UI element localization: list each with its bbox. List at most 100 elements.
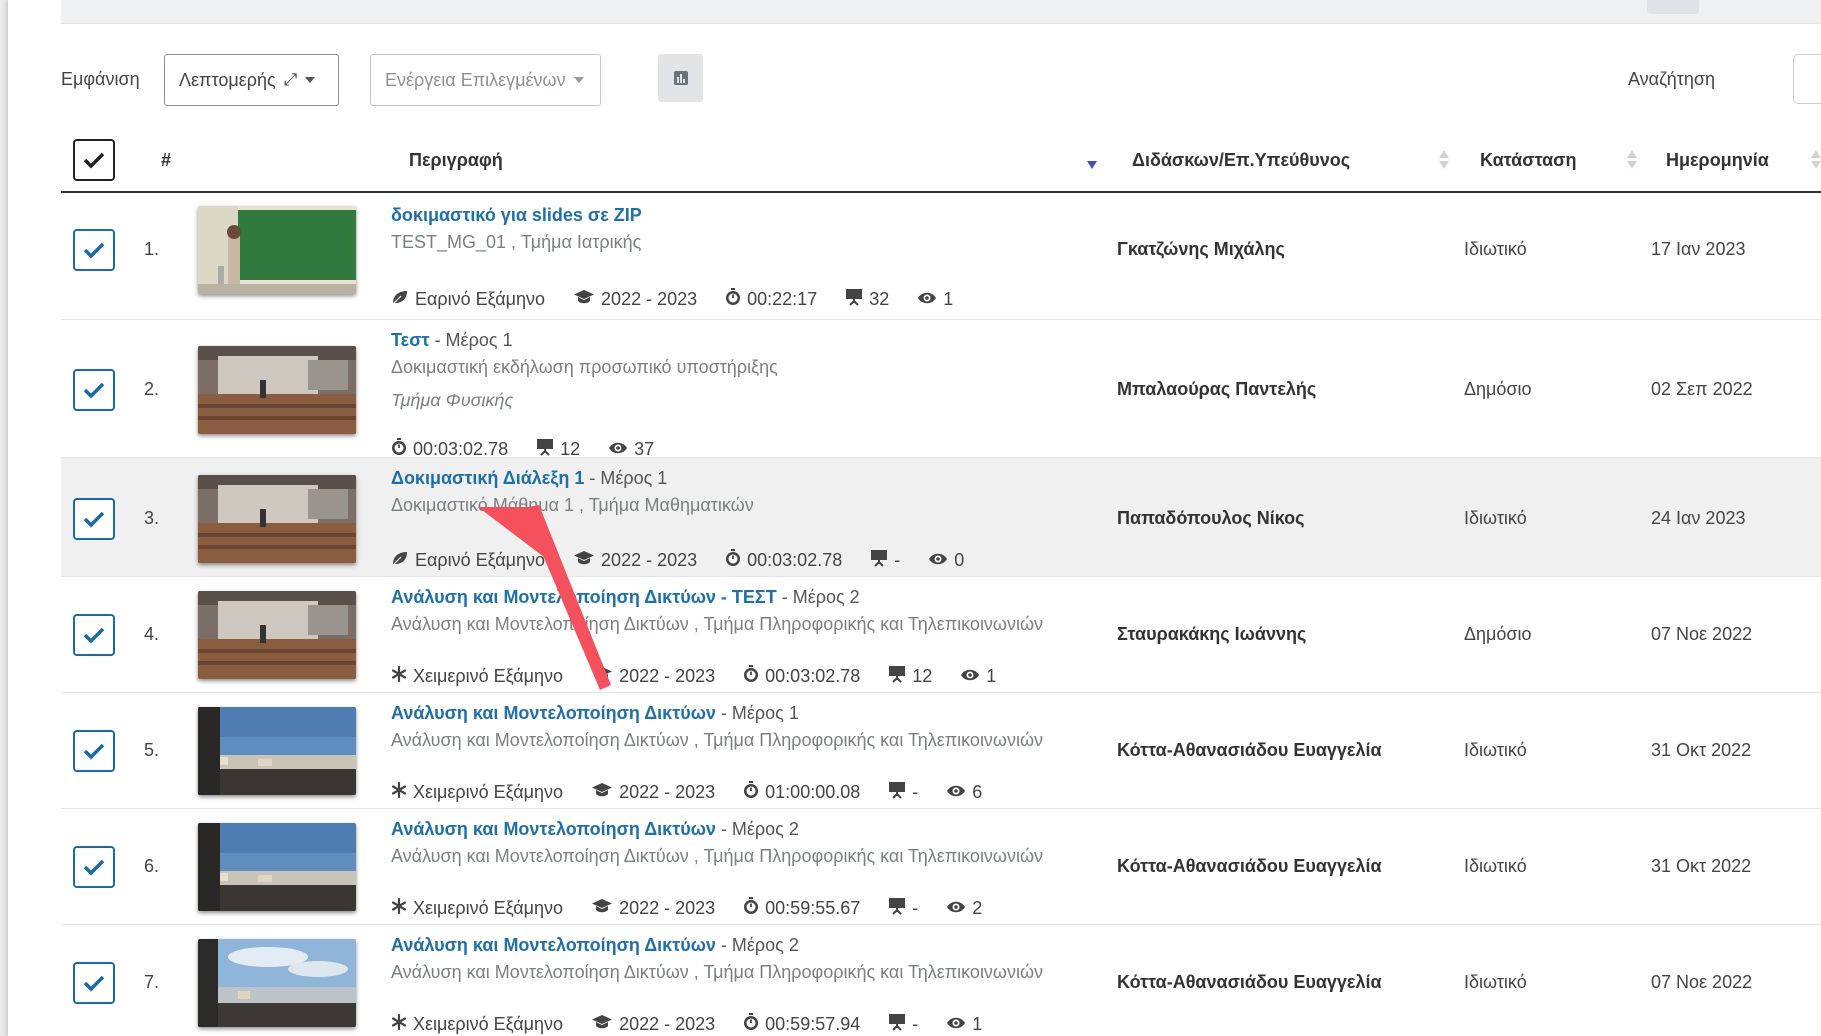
teacher-name: Κόττα-Αθανασιάδου Ευαγγελία — [1117, 972, 1382, 992]
duration-value: 00:22:17 — [747, 289, 818, 309]
stopwatch-icon — [725, 549, 741, 572]
lecture-title: Ανάλυση και Μοντελοποίηση Δικτύων - Μέρο… — [391, 935, 799, 956]
bulk-action-dropdown[interactable]: Ενέργεια Επιλεγμένων — [370, 54, 601, 106]
lecture-meta: Εαρινό Εξάμηνο 2022 - 2023 00:03:02.78 - 0 — [391, 549, 992, 572]
column-header-date[interactable]: Ημερομηνία — [1666, 150, 1769, 171]
semester-value: Χειμερινό Εξάμηνο — [413, 1014, 564, 1034]
slides-count-value: - — [912, 1014, 919, 1034]
status-badge: Ιδιωτικό — [1464, 972, 1527, 992]
course-department: Ανάλυση και Μοντελοποίηση Δικτύων , Τμήμ… — [391, 846, 1044, 866]
duration: 00:59:57.94 — [743, 1013, 860, 1036]
lecture-list-page: Εμφάνιση Λεπτομερής ⤢ Ενέργεια Επιλεγμέν… — [8, 0, 1821, 1036]
graduation-cap-icon — [573, 550, 595, 571]
views-count: 1 — [917, 289, 953, 310]
video-thumbnail[interactable] — [198, 707, 356, 795]
row-checkbox[interactable] — [73, 498, 115, 540]
row-index: 2. — [144, 379, 160, 399]
lecture-part: - Μέρος 2 — [776, 587, 860, 607]
eye-icon — [928, 550, 948, 571]
academic-year-value: 2022 - 2023 — [619, 1014, 716, 1034]
eye-icon — [917, 289, 937, 310]
slides-count-value: 12 — [560, 439, 581, 459]
course-department: Ανάλυση και Μοντελοποίηση Δικτύων , Τμήμ… — [391, 962, 1044, 982]
lecture-meta: Χειμερινό Εξάμηνο 2022 - 2023 00:59:55.67 -… — [391, 897, 1010, 920]
statistics-button[interactable] — [658, 54, 703, 102]
search-label: Αναζήτηση — [1628, 69, 1715, 89]
sort-icon[interactable] — [1627, 150, 1637, 172]
lecture-title: Τεστ - Μέρος 1 — [391, 330, 513, 351]
lecture-part: - Μέρος 1 — [429, 330, 513, 350]
row-checkbox[interactable] — [73, 730, 115, 772]
snowflake-icon — [391, 665, 407, 687]
teacher-name: Κόττα-Αθανασιάδου Ευαγγελία — [1117, 856, 1382, 876]
teacher-name: Μπαλαούρας Παντελής — [1117, 379, 1317, 399]
table-row[interactable]: 7. Ανάλυση και Μοντελοποίηση Δικτύων - Μέ… — [61, 925, 1821, 1036]
views-count-value: 1 — [972, 1014, 983, 1034]
academic-year-value: 2022 - 2023 — [619, 666, 716, 686]
lecture-date: 07 Νοε 2022 — [1651, 972, 1753, 992]
presentation-icon — [888, 665, 906, 688]
column-header-status[interactable]: Κατάσταση — [1480, 150, 1576, 171]
lecture-title-link[interactable]: Ανάλυση και Μοντελοποίηση Δικτύων - ΤΕΣΤ — [391, 587, 777, 607]
table-row[interactable]: 2. Τεστ - Μέρος 1 Δοκιμαστική εκδήλωση προ… — [61, 320, 1821, 459]
table-row[interactable]: 1. δοκιμαστικό για slides σε ZIP TEST_MG_0… — [61, 195, 1821, 320]
eye-icon — [960, 666, 980, 687]
row-checkbox[interactable] — [73, 369, 115, 411]
checkmark-icon — [83, 382, 105, 399]
row-checkbox[interactable] — [73, 962, 115, 1004]
duration: 00:03:02.78 — [725, 549, 842, 572]
row-checkbox[interactable] — [73, 846, 115, 888]
video-thumbnail[interactable] — [198, 591, 356, 679]
column-header-description[interactable]: Περιγραφή — [409, 150, 503, 171]
lecture-meta: Χειμερινό Εξάμηνο 2022 - 2023 01:00:00.08 -… — [391, 781, 1010, 804]
table-row[interactable]: 5. Ανάλυση και Μοντελοποίηση Δικτύων - Μέ… — [61, 693, 1821, 809]
semester-value: Χειμερινό Εξάμηνο — [413, 666, 564, 686]
view-mode-dropdown[interactable]: Λεπτομερής ⤢ — [164, 54, 339, 106]
lecture-title-link[interactable]: Ανάλυση και Μοντελοποίηση Δικτύων — [391, 819, 716, 839]
lecture-date: 24 Ιαν 2023 — [1651, 508, 1746, 528]
row-checkbox[interactable] — [73, 229, 115, 271]
eye-icon — [946, 782, 966, 803]
video-thumbnail[interactable] — [198, 206, 356, 294]
views-count-value: 0 — [954, 550, 965, 570]
table-row[interactable]: 4. Ανάλυση και Μοντελοποίηση Δικτύων - ΤΕ… — [61, 577, 1821, 693]
eye-icon — [946, 898, 966, 919]
semester-value: Εαρινό Εξάμηνο — [415, 289, 546, 309]
table-header: # Περιγραφή Διδάσκων/Επ.Υπεύθυνος Κατάστ… — [61, 136, 1821, 193]
lecture-title-link[interactable]: Ανάλυση και Μοντελοποίηση Δικτύων — [391, 703, 716, 723]
bar-chart-icon — [673, 71, 688, 85]
lecture-part: - Μέρος 2 — [715, 819, 799, 839]
column-header-index[interactable]: # — [161, 150, 171, 171]
lecture-title-link[interactable]: Δοκιμαστική Διάλεξη 1 — [391, 468, 584, 488]
duration: 01:00:00.08 — [743, 781, 860, 804]
row-index: 6. — [144, 856, 160, 876]
select-all-checkbox[interactable] — [73, 139, 115, 181]
lecture-title-link[interactable]: Τεστ — [391, 330, 430, 350]
sort-desc-icon[interactable] — [1087, 150, 1097, 172]
row-checkbox[interactable] — [73, 614, 115, 656]
video-thumbnail[interactable] — [198, 939, 356, 1027]
video-thumbnail[interactable] — [198, 346, 356, 434]
video-thumbnail[interactable] — [198, 475, 356, 563]
stopwatch-icon — [743, 897, 759, 920]
graduation-cap-icon — [591, 666, 613, 687]
views-count-value: 1 — [986, 666, 997, 686]
table-row[interactable]: 3. Δοκιμαστική Διάλεξη 1 - Μέρος 1 Δοκιμασ… — [61, 458, 1821, 577]
column-header-teacher[interactable]: Διδάσκων/Επ.Υπεύθυνος — [1132, 150, 1350, 171]
sort-icon[interactable] — [1811, 150, 1821, 172]
course-department: Δοκιμαστικό Μάθημα 1 , Τμήμα Μαθηματικών — [391, 495, 754, 515]
table-row[interactable]: 6. Ανάλυση και Μοντελοποίηση Δικτύων - Μέ… — [61, 809, 1821, 925]
lecture-title-link[interactable]: Ανάλυση και Μοντελοποίηση Δικτύων — [391, 935, 716, 955]
video-thumbnail[interactable] — [198, 823, 356, 911]
top-tab[interactable] — [1647, 0, 1699, 14]
duration: 00:03:02.78 — [743, 665, 860, 688]
lecture-title-link[interactable]: δοκιμαστικό για slides σε ZIP — [391, 205, 642, 225]
leaf-icon — [391, 550, 409, 571]
search-input[interactable] — [1793, 54, 1821, 104]
snowflake-icon — [391, 1013, 407, 1035]
eye-icon — [946, 1014, 966, 1035]
duration-value: 00:59:55.67 — [765, 898, 861, 918]
sort-icon[interactable] — [1439, 150, 1449, 172]
academic-year: 2022 - 2023 — [591, 666, 715, 687]
duration: 00:22:17 — [725, 288, 817, 311]
